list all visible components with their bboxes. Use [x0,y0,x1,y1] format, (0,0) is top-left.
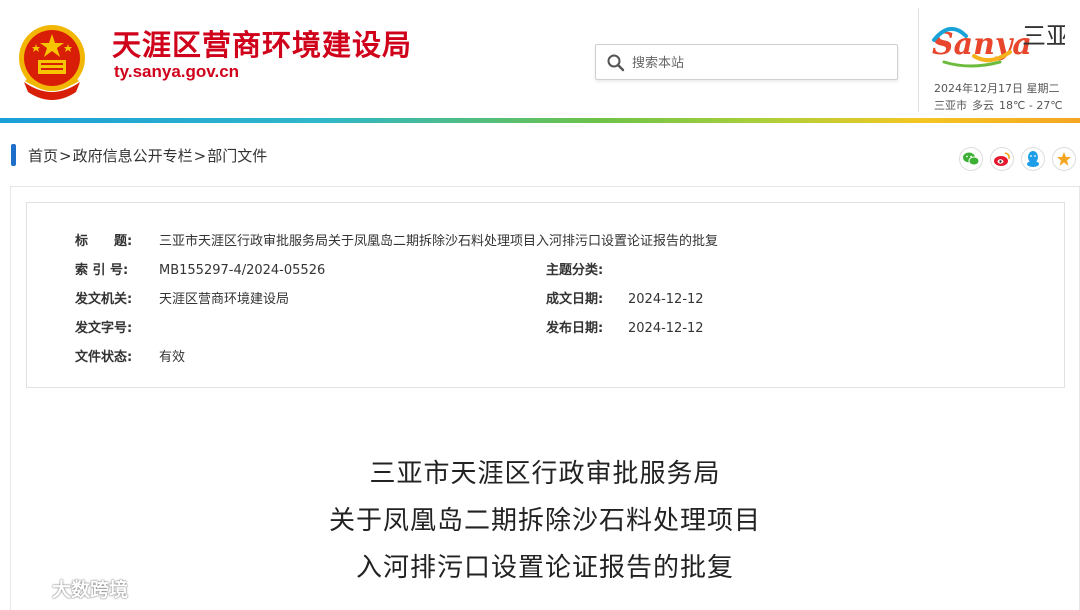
meta-topic-row: 主题分类: [546,259,628,278]
weibo-icon [994,152,1010,166]
meta-index-value: MB155297-4/2024-05526 [159,263,326,278]
favorite-icon [1057,152,1071,166]
sanya-logo: Sanya 三亚 [932,22,1065,68]
meta-title-label: 标 题: [75,234,133,249]
site-title[interactable]: 天涯区营商环境建设局 [112,22,412,64]
meta-created-row: 成文日期: 2024-12-12 [546,288,704,307]
meta-published-row: 发布日期: 2024-12-12 [546,317,704,336]
weather-condition: 多云 [972,99,994,112]
main-content: 标 题: 三亚市天涯区行政审批服务局关于凤凰岛二期拆除沙石料处理项目入河排污口设置… [10,186,1080,610]
meta-index-label: 索 引 号: [75,263,129,278]
search-input[interactable] [632,51,887,75]
meta-created-label: 成文日期: [546,292,604,307]
watermark-text: 大数跨境 [52,579,129,601]
breadcrumb: 首页>政府信息公开专栏>部门文件 [28,145,267,166]
weather-temp: 18℃ - 27℃ [999,99,1063,112]
meta-status-row: 文件状态: 有效 [75,346,185,365]
meta-created-value: 2024-12-12 [628,292,704,307]
share-qq-button[interactable] [1021,147,1045,171]
sanya-logo-cn: 三亚 [1022,22,1065,50]
meta-published-label: 发布日期: [546,321,604,336]
document-metadata: 标 题: 三亚市天涯区行政审批服务局关于凤凰岛二期拆除沙石料处理项目入河排污口设置… [26,202,1065,388]
breadcrumb-gov-info[interactable]: 政府信息公开专栏 [73,147,193,165]
meta-title-row: 标 题: 三亚市天涯区行政审批服务局关于凤凰岛二期拆除沙石料处理项目入河排污口设置… [75,230,718,249]
search-box[interactable] [595,44,898,80]
meta-status-value: 有效 [159,350,186,365]
watermark: 大数跨境 [10,575,128,602]
meta-index-row: 索 引 号: MB155297-4/2024-05526 [75,259,325,278]
meta-topic-label: 主题分类: [546,263,604,278]
meta-status-label: 文件状态: [75,350,133,365]
document-title-line-2: 关于凤凰岛二期拆除沙石料处理项目 [328,506,761,536]
national-emblem-icon[interactable] [14,22,90,102]
breadcrumb-marker [11,144,16,166]
document-title-line-3: 入河排污口设置论证报告的批复 [355,553,734,583]
search-icon[interactable] [606,53,626,73]
breadcrumb-dept-docs[interactable]: 部门文件 [207,147,267,165]
share-weibo-button[interactable] [990,147,1014,171]
weather-info: 三亚市 多云 18℃ - 27℃ [934,97,1068,113]
current-date: 2024年12月17日 星期二 [934,82,1060,95]
sanya-logo-text: Sanya [932,27,1032,62]
breadcrumb-separator: > [59,147,72,165]
meta-issuer-value: 天涯区营商环境建设局 [159,292,290,307]
meta-issuer-label: 发文机关: [75,292,133,307]
meta-issuer-row: 发文机关: 天涯区营商环境建设局 [75,288,289,307]
meta-title-value: 三亚市天涯区行政审批服务局关于凤凰岛二期拆除沙石料处理项目入河排污口设置论证报告… [159,234,719,249]
document-title-line-1: 三亚市天涯区行政审批服务局 [369,459,721,489]
site-header: 天涯区营商环境建设局 ty.sanya.gov.cn Sanya 三亚 2024… [0,0,1080,118]
meta-docno-label: 发文字号: [75,321,133,336]
watermark-logo-icon [11,580,48,597]
wechat-icon [963,152,980,166]
meta-published-value: 2024-12-12 [628,321,704,336]
breadcrumb-separator: > [193,147,207,165]
site-domain[interactable]: ty.sanya.gov.cn [114,62,239,82]
header-divider [918,8,919,112]
meta-docno-row: 发文字号: [75,317,159,336]
qq-icon [1027,151,1039,167]
share-wechat-button[interactable] [959,147,983,171]
favorite-button[interactable] [1052,147,1076,171]
weather-city: 三亚市 [934,99,967,112]
breadcrumb-home[interactable]: 首页 [28,147,58,165]
header-rainbow-bar [0,118,1080,123]
